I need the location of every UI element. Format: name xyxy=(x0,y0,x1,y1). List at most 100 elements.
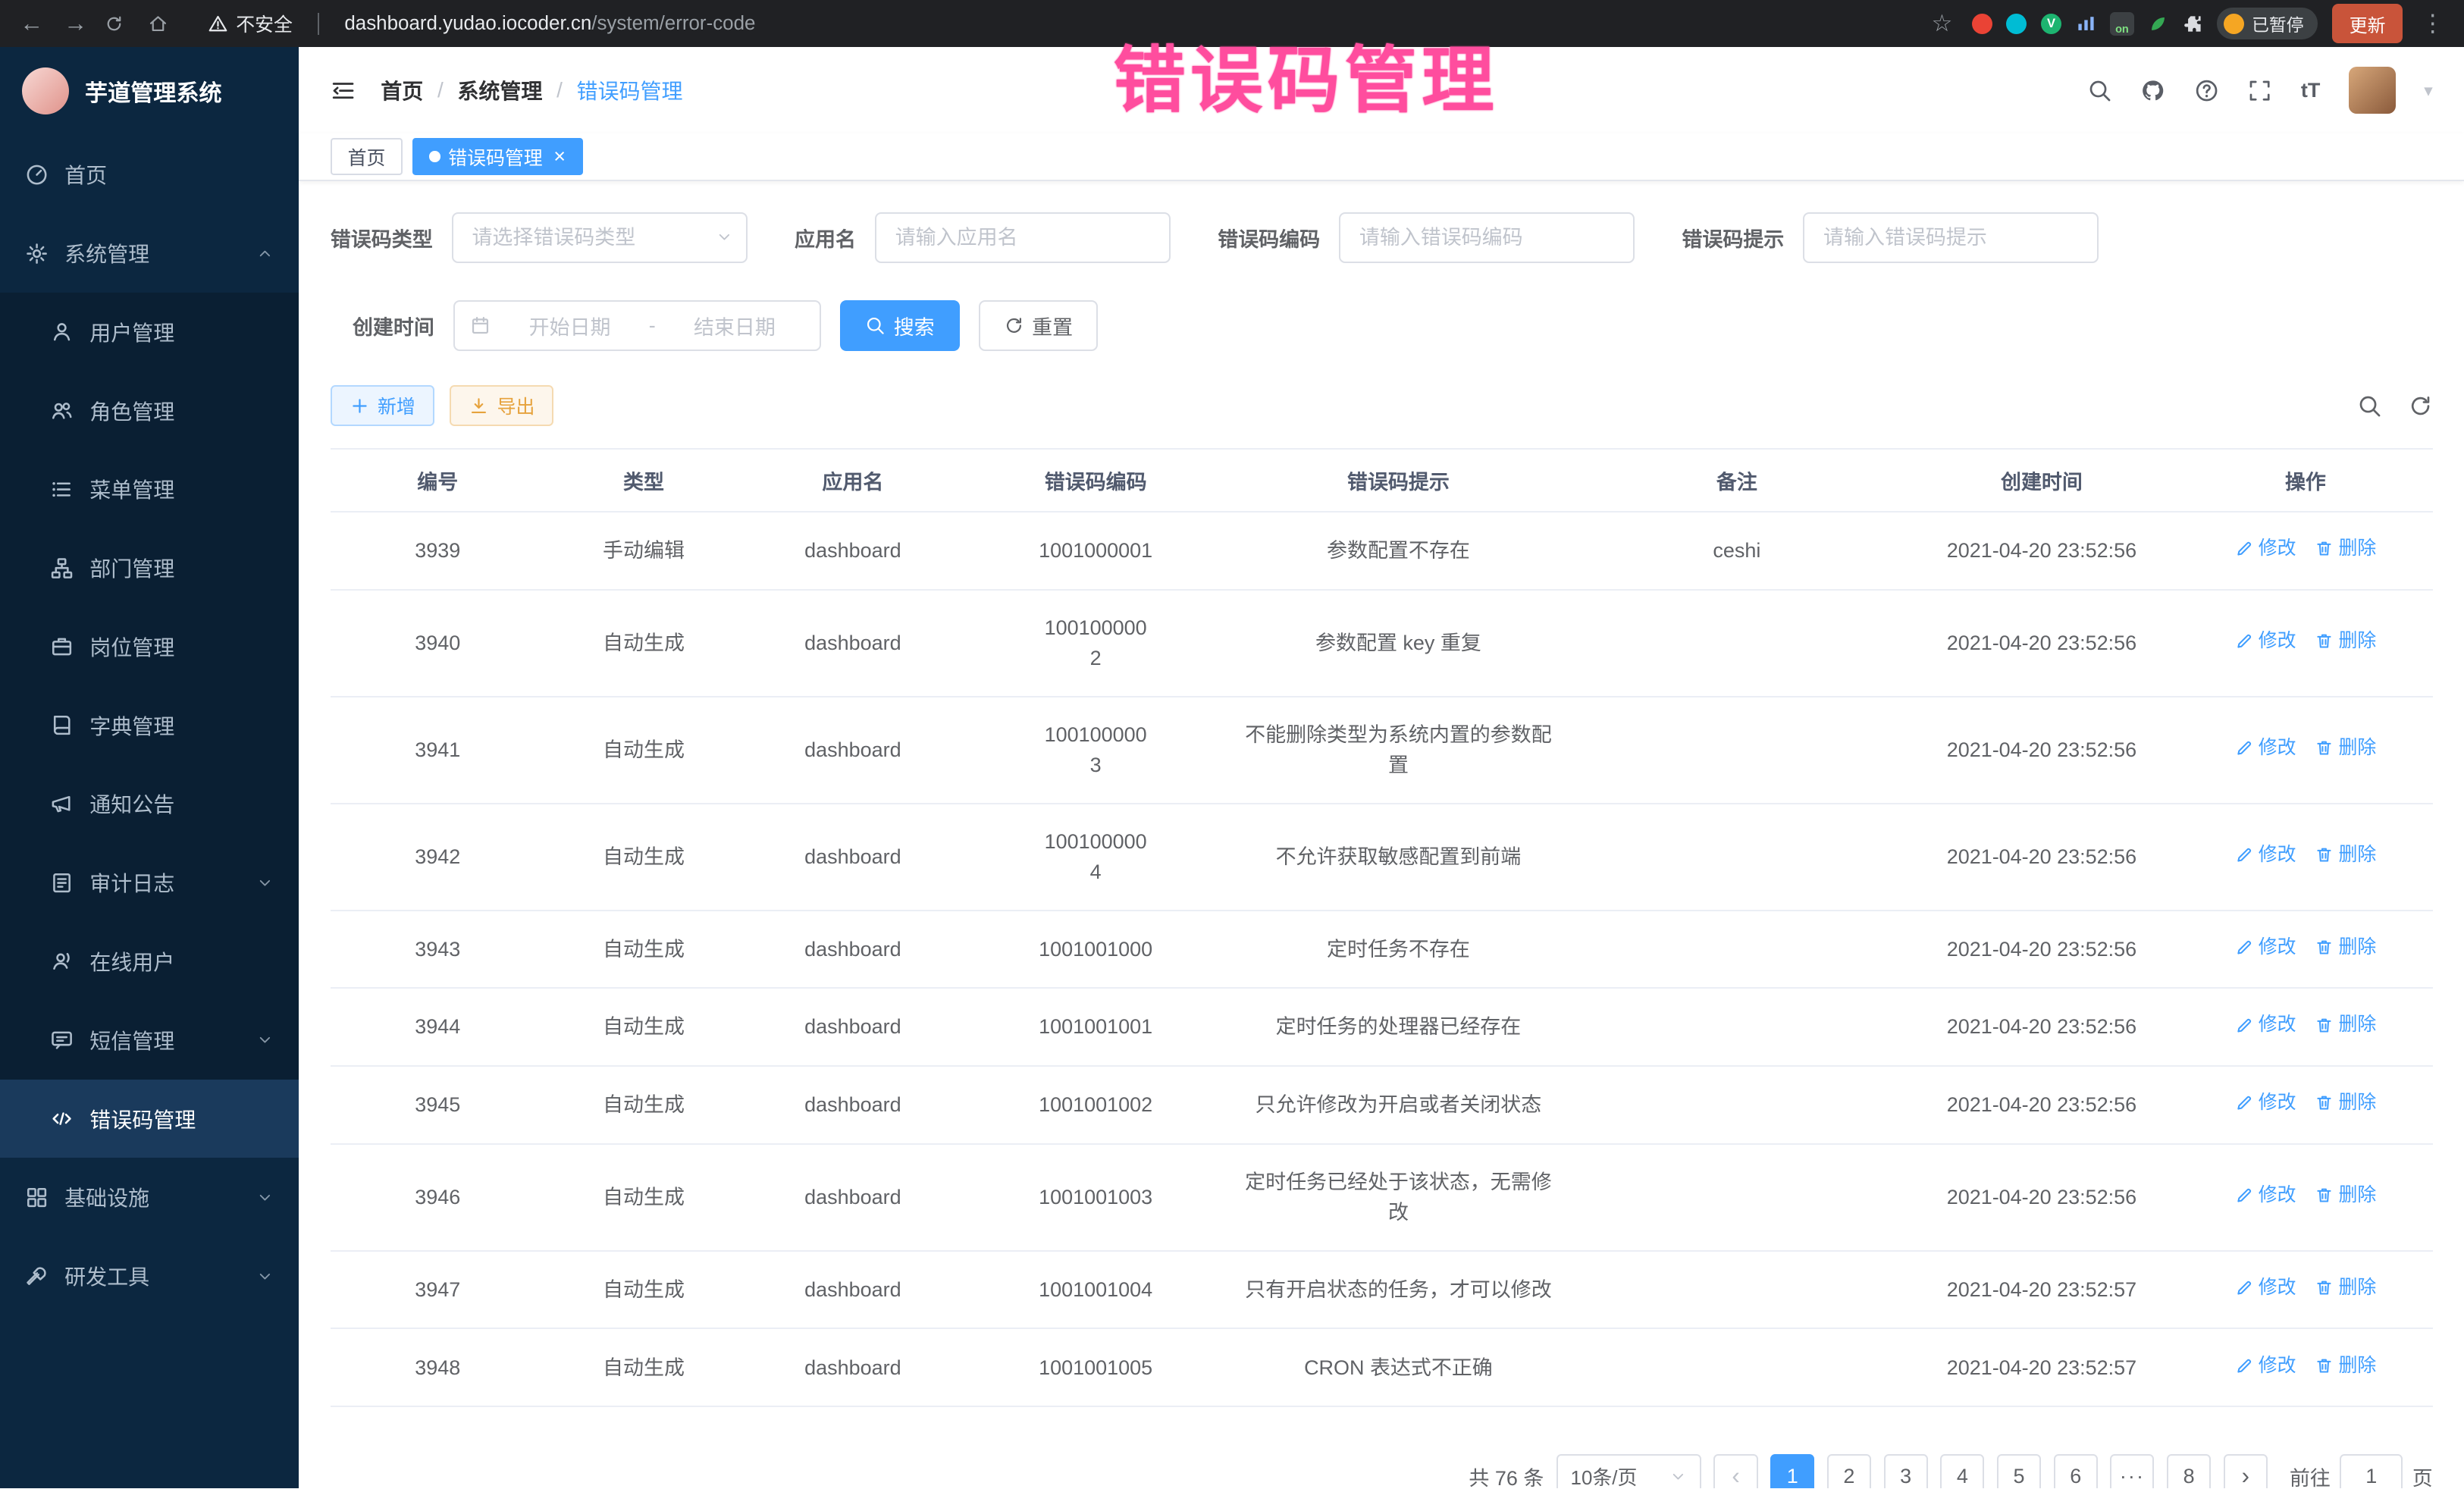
pager-prev-button[interactable]: ‹ xyxy=(1713,1454,1757,1488)
edit-link[interactable]: 修改 xyxy=(2235,1181,2296,1209)
sidebar-item-notice[interactable]: 通知公告 xyxy=(0,765,299,844)
sidebar-item-menu[interactable]: 菜单管理 xyxy=(0,450,299,529)
extension-icon-red[interactable] xyxy=(1972,14,1992,34)
sidebar-item-user[interactable]: 用户管理 xyxy=(0,293,299,371)
sidebar-item-post[interactable]: 岗位管理 xyxy=(0,607,299,686)
delete-link[interactable]: 删除 xyxy=(2315,933,2376,961)
tab-首页[interactable]: 首页 xyxy=(331,138,403,176)
extension-on-icon[interactable]: on xyxy=(2110,12,2133,36)
delete-link[interactable]: 删除 xyxy=(2315,1274,2376,1302)
pager-page-2[interactable]: 2 xyxy=(1827,1454,1871,1488)
pager-ellipsis[interactable]: ··· xyxy=(2110,1454,2154,1488)
edit-link[interactable]: 修改 xyxy=(2235,627,2296,655)
fullscreen-icon[interactable] xyxy=(2247,78,2272,103)
search-icon[interactable] xyxy=(2087,78,2112,103)
page-size-select[interactable]: 10条/页 xyxy=(1556,1454,1701,1488)
extension-chart-icon[interactable] xyxy=(2076,14,2096,34)
site-security[interactable]: 不安全 xyxy=(208,10,293,37)
search-button[interactable]: 搜索 xyxy=(840,300,960,350)
app-name-input[interactable] xyxy=(875,212,1171,262)
pager-page-4[interactable]: 4 xyxy=(1940,1454,1984,1488)
delete-link[interactable]: 删除 xyxy=(2315,627,2376,655)
sidebar-item-audit[interactable]: 审计日志 xyxy=(0,843,299,922)
sidebar-item-sms[interactable]: 短信管理 xyxy=(0,1001,299,1080)
edit-link[interactable]: 修改 xyxy=(2235,841,2296,869)
extension-leaf-icon[interactable] xyxy=(2148,14,2168,34)
cell-id: 3941 xyxy=(331,697,545,804)
extension-icon-teal[interactable] xyxy=(2006,14,2027,34)
refresh-table-icon[interactable] xyxy=(2408,393,2433,418)
sidebar-item-home[interactable]: 首页 xyxy=(0,135,299,214)
pager-page-3[interactable]: 3 xyxy=(1884,1454,1928,1488)
edit-link[interactable]: 修改 xyxy=(2235,1352,2296,1380)
sidebar-item-dept[interactable]: 部门管理 xyxy=(0,528,299,607)
address-bar[interactable]: dashboard.yudao.iocoder.cn/system/error-… xyxy=(344,13,755,35)
close-icon[interactable]: × xyxy=(553,145,566,168)
reload-icon[interactable] xyxy=(104,14,136,34)
delete-link[interactable]: 删除 xyxy=(2315,534,2376,563)
export-button[interactable]: 导出 xyxy=(450,385,553,426)
pager-page-5[interactable]: 5 xyxy=(1997,1454,2041,1488)
refresh-icon xyxy=(1004,315,1024,336)
edit-link[interactable]: 修改 xyxy=(2235,933,2296,961)
error-code-input[interactable] xyxy=(1339,212,1635,262)
font-size-icon[interactable]: tT xyxy=(2301,79,2320,102)
pager-page-6[interactable]: 6 xyxy=(2054,1454,2098,1488)
browser-home-icon[interactable] xyxy=(148,14,180,34)
breadcrumb-system[interactable]: 系统管理 xyxy=(457,75,542,105)
forward-icon[interactable]: → xyxy=(60,10,92,37)
cell-remark xyxy=(1569,590,1905,697)
sidebar-item-dict[interactable]: 字典管理 xyxy=(0,686,299,765)
edit-icon xyxy=(2235,1016,2254,1035)
delete-link[interactable]: 删除 xyxy=(2315,1011,2376,1039)
extensions-puzzle-icon[interactable] xyxy=(2183,14,2203,34)
sidebar-item-errorcode[interactable]: 错误码管理 xyxy=(0,1080,299,1158)
add-button[interactable]: 新增 xyxy=(331,385,434,426)
cell-hint: 只允许修改为开启或者关闭状态 xyxy=(1228,1066,1569,1144)
delete-link[interactable]: 删除 xyxy=(2315,841,2376,869)
bookmark-star-icon[interactable]: ☆ xyxy=(1926,10,1958,37)
reset-button[interactable]: 重置 xyxy=(979,300,1099,350)
delete-link[interactable]: 删除 xyxy=(2315,734,2376,762)
edit-link[interactable]: 修改 xyxy=(2235,1089,2296,1117)
sidebar-item-infra[interactable]: 基础设施 xyxy=(0,1158,299,1237)
cell-time: 2021-04-20 23:52:56 xyxy=(1905,697,2178,804)
sidebar-item-system[interactable]: 系统管理 xyxy=(0,214,299,293)
pager-page-8[interactable]: 8 xyxy=(2167,1454,2211,1488)
tab-错误码管理[interactable]: 错误码管理× xyxy=(412,138,583,176)
pager-next-button[interactable]: › xyxy=(2224,1454,2268,1488)
delete-link[interactable]: 删除 xyxy=(2315,1089,2376,1117)
breadcrumb-home[interactable]: 首页 xyxy=(381,75,423,105)
sidebar-item-devtool[interactable]: 研发工具 xyxy=(0,1237,299,1315)
pager-total: 共 76 条 xyxy=(1469,1462,1544,1488)
edit-link[interactable]: 修改 xyxy=(2235,1011,2296,1039)
cell-code: 1001001004 xyxy=(963,1251,1227,1329)
sidebar-item-role[interactable]: 角色管理 xyxy=(0,371,299,450)
edit-link[interactable]: 修改 xyxy=(2235,1274,2296,1302)
delete-link[interactable]: 删除 xyxy=(2315,1181,2376,1209)
help-icon[interactable] xyxy=(2194,78,2219,103)
pager-page-1[interactable]: 1 xyxy=(1770,1454,1814,1488)
date-range-picker[interactable]: 开始日期 - 结束日期 xyxy=(453,300,822,350)
error-type-select-input[interactable] xyxy=(452,212,748,262)
toggle-search-icon[interactable] xyxy=(2357,393,2382,418)
browser-menu-icon[interactable]: ⋮ xyxy=(2417,10,2449,37)
user-avatar[interactable] xyxy=(2349,67,2396,114)
col-type: 类型 xyxy=(545,449,743,512)
avatar-caret-icon[interactable]: ▾ xyxy=(2424,80,2432,101)
sidebar-item-online[interactable]: 在线用户 xyxy=(0,922,299,1001)
goto-page-input[interactable] xyxy=(2340,1454,2403,1488)
github-icon[interactable] xyxy=(2140,78,2165,103)
collapse-menu-icon[interactable] xyxy=(331,78,356,103)
delete-link[interactable]: 删除 xyxy=(2315,1352,2376,1380)
edit-link[interactable]: 修改 xyxy=(2235,734,2296,762)
error-hint-input[interactable] xyxy=(1803,212,2099,262)
extension-icon-v[interactable]: V xyxy=(2041,14,2061,34)
error-type-select[interactable] xyxy=(452,212,748,262)
paused-badge[interactable]: 已暂停 xyxy=(2217,8,2318,39)
update-button[interactable]: 更新 xyxy=(2332,4,2403,43)
edit-link[interactable]: 修改 xyxy=(2235,534,2296,563)
back-icon[interactable]: ← xyxy=(16,10,48,37)
notice-icon xyxy=(50,792,74,816)
profile-emoji-icon xyxy=(2224,14,2244,34)
